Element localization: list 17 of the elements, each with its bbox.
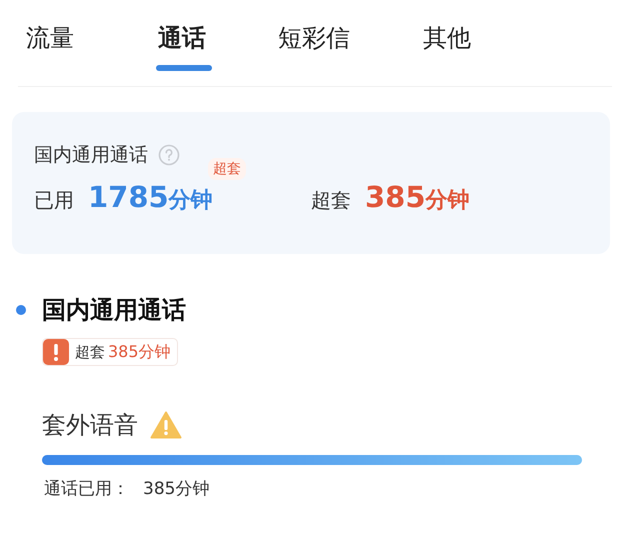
over-label: 超套 [311, 187, 351, 214]
tab[interactable]: 短彩信 [278, 16, 423, 70]
help-icon[interactable] [158, 144, 180, 166]
over-badge: 超套 [208, 158, 246, 180]
card-title: 国内通用通话 [34, 143, 148, 168]
used-label: 已用 [34, 187, 74, 214]
used-label: 通话已用： [44, 478, 129, 500]
tab[interactable]: 通话 [158, 16, 278, 70]
over-value: 385分钟 [365, 180, 470, 215]
bullet-icon [16, 305, 26, 315]
section-title: 国内通用通话 [42, 295, 186, 326]
used-value: 1785分钟 [88, 180, 213, 215]
tab[interactable]: 流量 [26, 16, 158, 70]
used-value: 385分钟 [143, 478, 210, 500]
tab[interactable]: 其他 [423, 16, 471, 70]
item-name: 套外语音 [42, 410, 138, 441]
alert-text: 超套 385分钟 [75, 342, 171, 362]
